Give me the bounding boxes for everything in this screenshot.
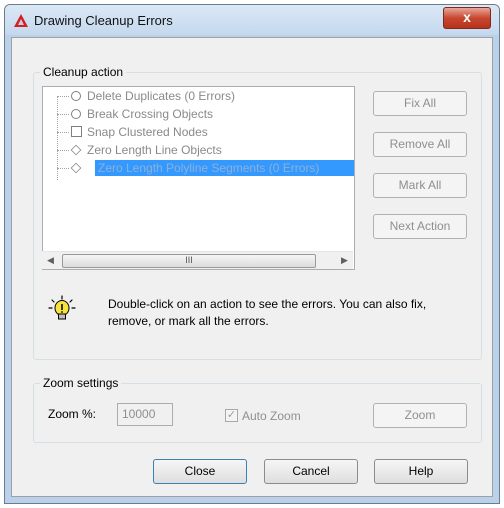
- horizontal-scrollbar[interactable]: ◀ III ▶: [42, 251, 353, 269]
- list-item-label-selected: Zero Length Polyline Segments (0 Errors): [95, 160, 354, 176]
- cleanup-action-list[interactable]: Delete Duplicates (0 Errors) Break Cross…: [42, 86, 355, 270]
- tree-connector: [57, 168, 69, 169]
- window-title: Drawing Cleanup Errors: [34, 13, 173, 28]
- scroll-right-icon[interactable]: ▶: [336, 252, 353, 269]
- auto-zoom-checkbox[interactable]: ✓: [225, 409, 238, 422]
- diamond-icon: [70, 162, 82, 174]
- cancel-button[interactable]: Cancel: [264, 459, 358, 484]
- list-item-label: Break Crossing Objects: [87, 107, 214, 121]
- info-text: Double-click on an action to see the err…: [108, 297, 427, 328]
- diamond-icon: [70, 144, 82, 156]
- close-button[interactable]: Close: [153, 459, 247, 484]
- circle-icon: [71, 109, 81, 119]
- zoom-button[interactable]: Zoom: [373, 403, 467, 428]
- list-item-delete-duplicates[interactable]: Delete Duplicates (0 Errors): [57, 88, 354, 106]
- help-button[interactable]: Help: [374, 459, 468, 484]
- tree-connector: [57, 150, 69, 151]
- autocad-app-icon: [14, 14, 28, 27]
- list-item-label: Delete Duplicates (0 Errors): [87, 89, 236, 103]
- tree-connector: [57, 96, 69, 97]
- next-action-button[interactable]: Next Action: [373, 214, 467, 239]
- square-icon: [71, 126, 82, 137]
- tree-connector: [57, 132, 69, 133]
- scroll-left-icon[interactable]: ◀: [42, 252, 59, 269]
- circle-icon: [71, 91, 81, 101]
- tree-connector: [57, 114, 69, 115]
- cleanup-action-group-label: Cleanup action: [40, 65, 127, 79]
- remove-all-button[interactable]: Remove All: [373, 132, 467, 157]
- list-item-zero-length-polyline[interactable]: Zero Length Polyline Segments (0 Errors): [57, 160, 354, 178]
- zoom-percent-label: Zoom %:: [48, 407, 97, 421]
- mark-all-button[interactable]: Mark All: [373, 173, 467, 198]
- zoom-percent-input[interactable]: 10000: [117, 403, 173, 426]
- fix-all-button[interactable]: Fix All: [373, 91, 467, 116]
- lightbulb-icon: [48, 295, 76, 320]
- list-item-zero-length-line[interactable]: Zero Length Line Objects: [57, 142, 354, 160]
- auto-zoom-label: Auto Zoom: [242, 409, 301, 423]
- title-bar[interactable]: Drawing Cleanup Errors x: [5, 5, 499, 35]
- scrollbar-thumb[interactable]: III: [62, 254, 316, 268]
- list-item-break-crossing[interactable]: Break Crossing Objects: [57, 106, 354, 124]
- list-item-snap-clustered[interactable]: Snap Clustered Nodes: [57, 124, 354, 142]
- window-close-button[interactable]: x: [443, 7, 491, 29]
- list-item-label: Snap Clustered Nodes: [87, 125, 208, 139]
- zoom-settings-group-label: Zoom settings: [40, 376, 122, 390]
- list-item-label: Zero Length Line Objects: [87, 143, 222, 157]
